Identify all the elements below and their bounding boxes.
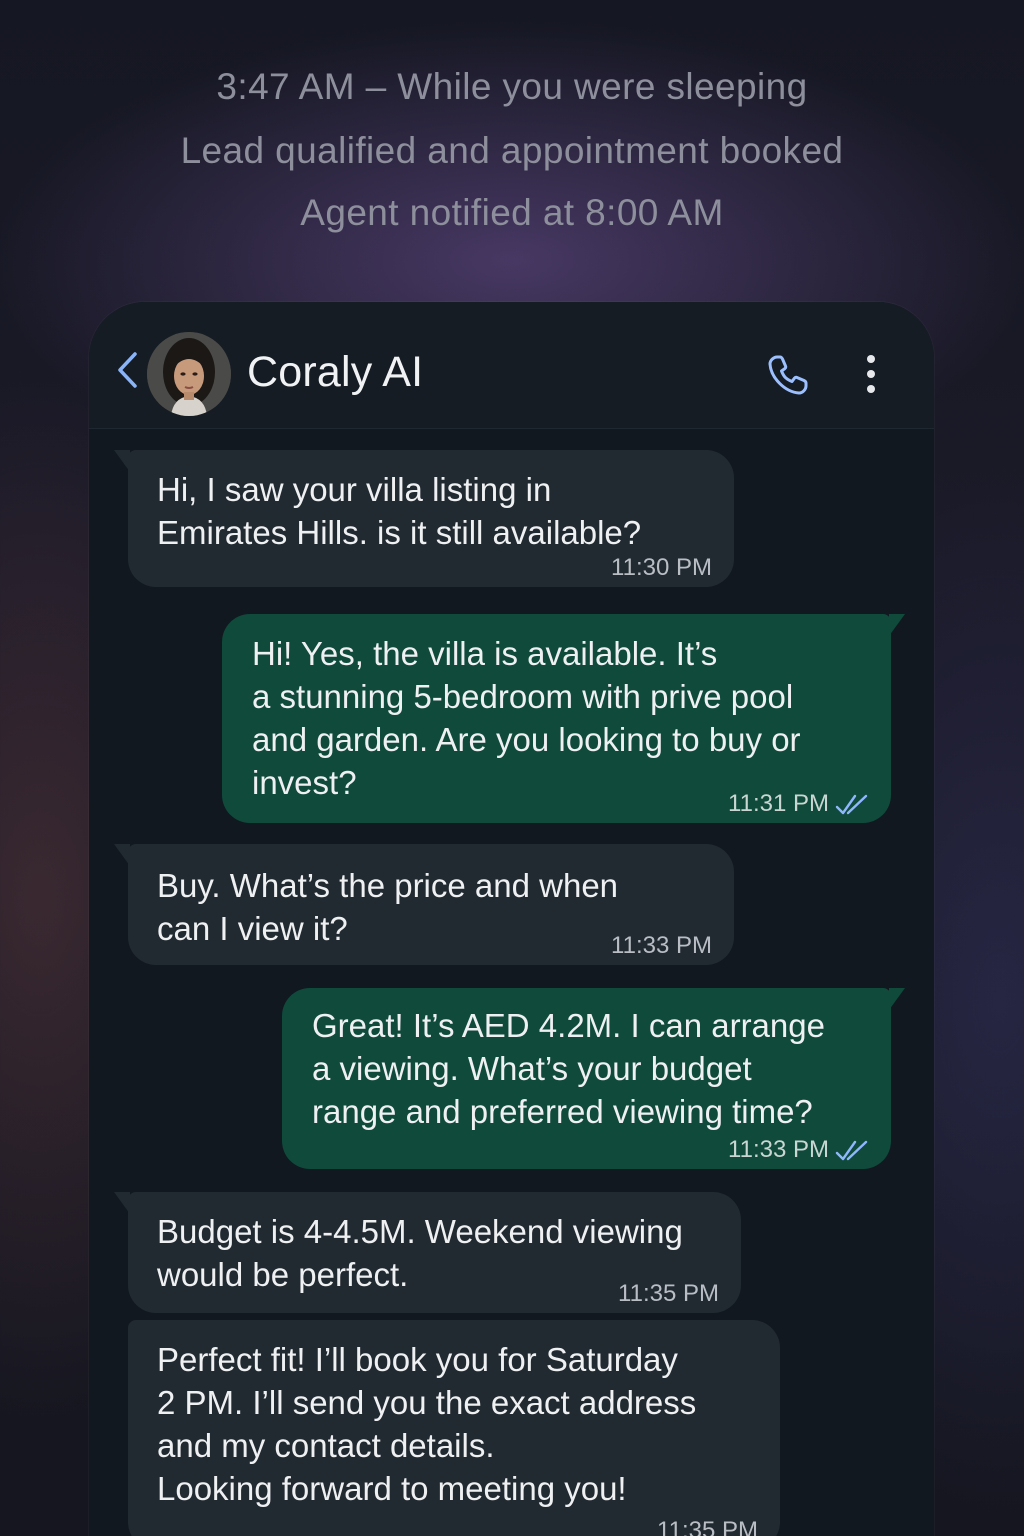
message-meta: 11:35 PM — [657, 1516, 758, 1536]
message-time: 11:30 PM — [611, 554, 712, 581]
message-time: 11:35 PM — [657, 1517, 758, 1536]
more-vertical-icon[interactable] — [861, 354, 881, 394]
bubble-tail — [889, 988, 905, 1010]
message-text: Perfect fit! I’ll book you for Saturday … — [157, 1341, 697, 1507]
message-meta: 11:33 PM — [728, 1135, 869, 1165]
chat-window: Coraly AI Hi, I saw your villa listing i… — [89, 302, 934, 1536]
chevron-left-icon[interactable] — [115, 350, 141, 390]
message-bubble-incoming[interactable]: Hi, I saw your villa listing in Emirates… — [114, 450, 734, 587]
phone-icon[interactable] — [765, 352, 811, 398]
message-bubble-incoming[interactable]: Perfect fit! I’ll book you for Saturday … — [128, 1320, 780, 1536]
message-time: 11:31 PM — [728, 790, 829, 817]
message-text: Hi, I saw your villa listing in Emirates… — [157, 471, 642, 551]
message-bubble-incoming[interactable]: Budget is 4-4.5M. Weekend viewing would … — [114, 1192, 741, 1313]
bubble-tail — [114, 1192, 130, 1214]
message-bubble-outgoing[interactable]: Hi! Yes, the villa is available. It’s a … — [222, 614, 905, 823]
message-meta: 11:31 PM — [728, 789, 869, 819]
caption-line-notify: Agent notified at 8:00 AM — [300, 192, 724, 233]
bubble-tail — [114, 844, 130, 866]
bubble-tail — [114, 450, 130, 472]
message-bubble-outgoing[interactable]: Great! It’s AED 4.2M. I can arrange a vi… — [282, 988, 905, 1169]
message-meta: 11:30 PM — [611, 553, 712, 583]
message-time: 11:33 PM — [728, 1136, 829, 1163]
message-meta: 11:33 PM — [611, 931, 712, 961]
avatar[interactable] — [147, 332, 231, 416]
double-check-icon — [835, 1140, 868, 1161]
avatar-portrait-icon — [147, 332, 231, 416]
double-check-icon — [835, 794, 868, 815]
message-text: Great! It’s AED 4.2M. I can arrange a vi… — [312, 1007, 825, 1130]
contact-name[interactable]: Coraly AI — [247, 348, 423, 397]
caption-line-status: Lead qualified and appointment booked — [180, 130, 844, 171]
message-bubble-incoming[interactable]: Buy. What’s the price and when can I vie… — [114, 844, 734, 965]
message-time: 11:35 PM — [618, 1280, 719, 1307]
bubble-tail — [889, 614, 905, 636]
message-text: Hi! Yes, the villa is available. It’s a … — [252, 635, 801, 801]
caption-line-time: 3:47 AM – While you were sleeping — [216, 66, 808, 107]
chat-header: Coraly AI — [89, 302, 934, 429]
message-time: 11:33 PM — [611, 932, 712, 959]
message-meta: 11:35 PM — [618, 1279, 719, 1309]
